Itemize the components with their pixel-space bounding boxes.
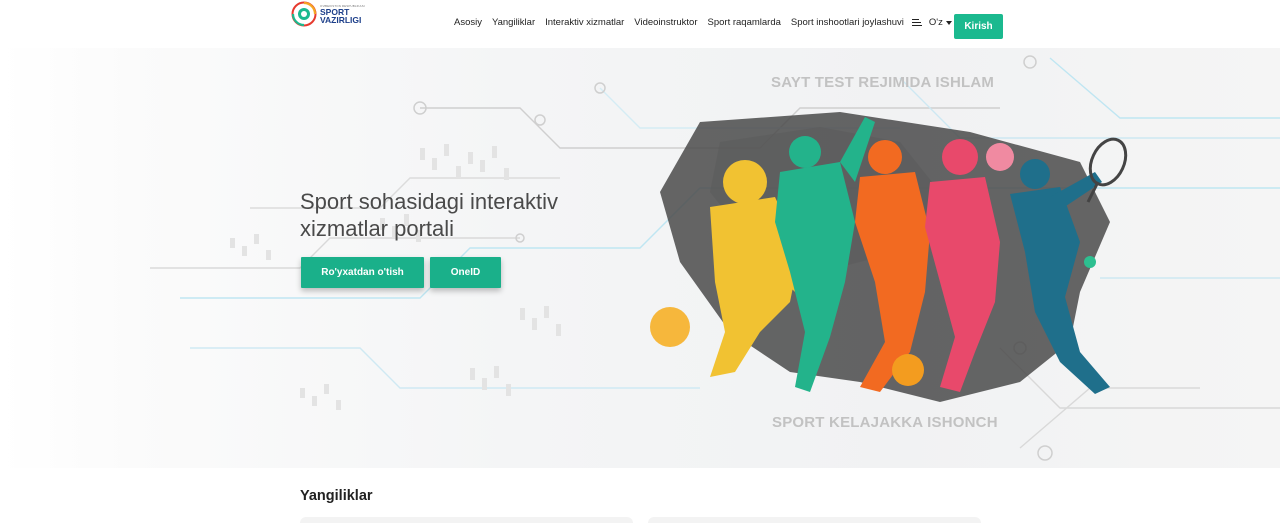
news-card[interactable] xyxy=(648,517,981,523)
nav-item-sport-inshootlari[interactable]: Sport inshootlari joylashuvi xyxy=(791,17,904,28)
logo-text: O'ZBEKISTON RESPUBLIKASI SPORT VAZIRLIGI xyxy=(320,4,365,25)
logo-emblem-icon xyxy=(291,1,317,27)
nav-item-interaktiv-xizmatlar[interactable]: Interaktiv xizmatlar xyxy=(545,17,624,28)
menu-icon[interactable] xyxy=(911,18,922,27)
language-selector[interactable]: O'z xyxy=(929,17,952,28)
logo-name-line2: VAZIRLIGI xyxy=(320,14,362,25)
caret-down-icon xyxy=(945,20,952,25)
nav-item-asosiy[interactable]: Asosiy xyxy=(454,17,482,28)
hero-title: Sport sohasidagi interaktiv xizmatlar po… xyxy=(300,188,620,242)
oneid-button[interactable]: OneID xyxy=(430,257,501,288)
hero-slogan: SPORT KELAJAKKA ISHONCH xyxy=(772,414,998,431)
login-button[interactable]: Kirish xyxy=(954,14,1003,39)
news-card[interactable] xyxy=(300,517,633,523)
test-mode-notice: SAYT TEST REJIMIDA ISHLAM xyxy=(771,74,995,91)
nav-item-sport-raqamlarda[interactable]: Sport raqamlarda xyxy=(708,17,781,28)
language-label: O'z xyxy=(928,17,943,28)
athletes-illustration xyxy=(650,112,1128,402)
register-button[interactable]: Ro'yxatdan o'tish xyxy=(301,257,424,288)
site-header: O'ZBEKISTON RESPUBLIKASI SPORT VAZIRLIGI… xyxy=(0,0,1280,48)
hero-title-line1: Sport sohasidagi interaktiv xyxy=(300,189,559,214)
hero-banner: SAYT TEST REJIMIDA ISHLAM SPORT KELAJAKK… xyxy=(0,48,1280,468)
main-nav: Asosiy Yangiliklar Interaktiv xizmatlar … xyxy=(454,17,952,28)
hero-title-line2: xizmatlar portali xyxy=(300,216,455,241)
news-section-title: Yangiliklar xyxy=(300,488,373,504)
ministry-logo[interactable]: O'ZBEKISTON RESPUBLIKASI SPORT VAZIRLIGI xyxy=(291,1,371,27)
nav-item-yangiliklar[interactable]: Yangiliklar xyxy=(492,17,535,28)
nav-item-videoinstruktor[interactable]: Videoinstruktor xyxy=(634,17,697,28)
